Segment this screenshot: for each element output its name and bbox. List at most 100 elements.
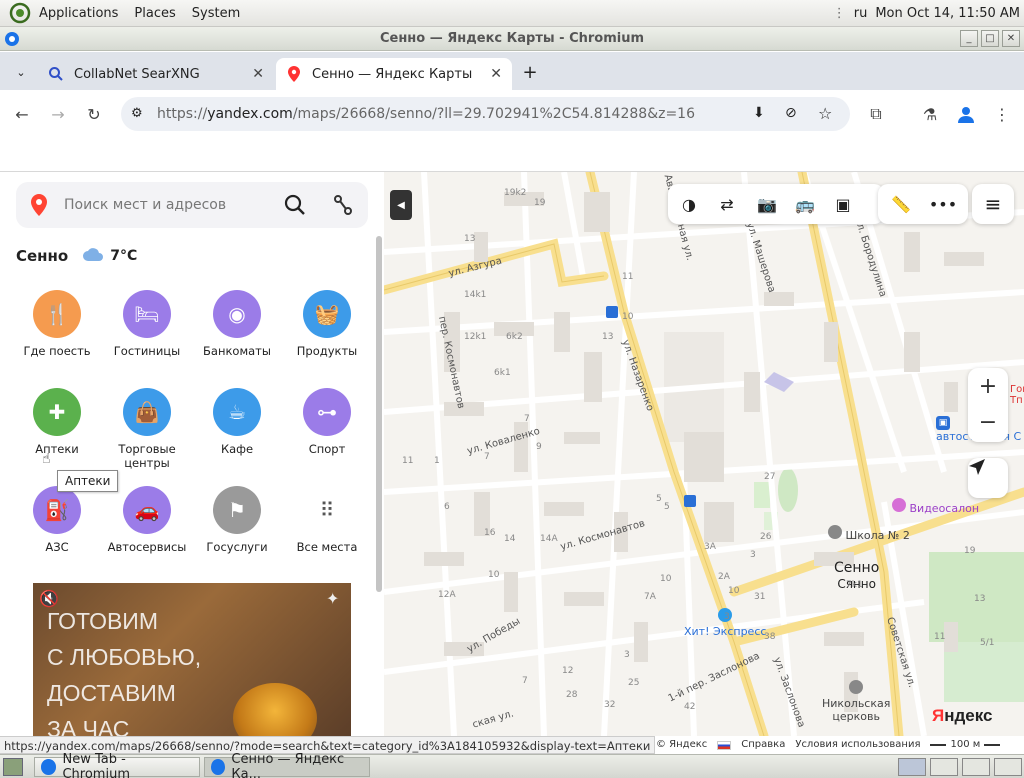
category-item[interactable]: 🚗 Автосервисы	[102, 486, 192, 554]
show-desktop-icon[interactable]	[3, 758, 23, 776]
camera-icon[interactable]: 📷	[754, 192, 780, 216]
edge-poi-label: Гом Тп	[1010, 384, 1024, 406]
muted-speaker-icon[interactable]: 🔇	[39, 589, 59, 608]
house-number: 10	[660, 574, 672, 584]
workspace-switcher-2[interactable]	[930, 758, 958, 776]
house-number: 19k2	[504, 188, 527, 198]
help-link[interactable]: Справка	[741, 736, 785, 754]
search-icon[interactable]	[284, 194, 306, 220]
taskbar-label: Сенно — Яндекс Ка...	[231, 752, 345, 778]
category-item[interactable]: ⠿ Все места	[282, 486, 372, 554]
map-scale: 100 м	[930, 736, 1001, 754]
tab-searxng[interactable]: CollabNet SearXNG ✕	[38, 58, 274, 90]
poi-label: Никольская	[822, 697, 891, 710]
workspace-switcher-4[interactable]	[994, 758, 1022, 776]
house-number: 27	[764, 472, 776, 482]
labs-flask-icon[interactable]: ⚗	[918, 102, 942, 126]
url-text[interactable]: https://yandex.com/maps/26668/senno/?ll=…	[157, 97, 695, 131]
category-item[interactable]: ◉ Банкоматы	[192, 290, 282, 358]
sidebar-scrollbar[interactable]	[376, 236, 382, 592]
zoom-in-button[interactable]: +	[968, 368, 1008, 404]
search-input[interactable]: Поиск мест и адресов	[16, 182, 368, 228]
address-bar[interactable]: ⚙ https://yandex.com/maps/26668/senno/?l…	[121, 97, 850, 131]
route-icon[interactable]	[332, 194, 354, 220]
panorama-icon[interactable]: ⇄	[714, 192, 740, 216]
close-window-button[interactable]: ✕	[1002, 30, 1020, 47]
poi-label: Хит! Экспресс	[684, 625, 767, 638]
category-label: Кафе	[220, 442, 254, 456]
gnome-foot-icon[interactable]	[9, 2, 31, 24]
house-number: 12A	[438, 590, 456, 600]
profile-avatar-icon[interactable]	[954, 102, 978, 126]
ruler-icon[interactable]: 📏	[888, 192, 914, 216]
map-menu-hamburger-icon[interactable]: ≡	[972, 184, 1014, 224]
maximize-button[interactable]: □	[981, 30, 999, 47]
workspace-switcher[interactable]	[898, 758, 926, 776]
clock[interactable]: Mon Oct 14, 11:50 AM	[875, 6, 1020, 21]
house-number: 19	[534, 198, 546, 208]
tracking-protection-icon[interactable]: ⊘	[785, 105, 797, 121]
forward-button[interactable]: →	[46, 102, 70, 126]
house-number: 11	[402, 456, 414, 466]
yandex-logo[interactable]: Яндекс	[932, 706, 992, 726]
reload-button[interactable]: ↻	[82, 102, 106, 126]
category-item[interactable]: ✚ Аптеки	[12, 388, 102, 456]
tab-yandex-maps[interactable]: Сенно — Яндекс Карты ✕	[276, 58, 512, 90]
extensions-puzzle-icon[interactable]: ⧉	[864, 102, 888, 126]
copyright[interactable]: © Яндекс	[656, 736, 707, 754]
map-layers-icon[interactable]: ◑	[676, 192, 702, 216]
install-app-icon[interactable]: ⬇	[753, 105, 765, 121]
site-info-icon[interactable]: ⚙	[131, 106, 147, 122]
bus-stop-icon[interactable]	[606, 306, 618, 318]
search-placeholder: Поиск мест и адресов	[64, 197, 227, 213]
fuel-pump-icon: ⛽	[33, 486, 81, 534]
keyboard-layout-indicator[interactable]: ru	[854, 6, 868, 21]
house-number: 3A	[704, 542, 716, 552]
bus-stop-icon[interactable]	[684, 495, 696, 507]
window-title: Сенно — Яндекс Карты - Chromium	[379, 31, 645, 46]
workspace-switcher-3[interactable]	[962, 758, 990, 776]
tab-search-button[interactable]: ⌄	[12, 63, 30, 81]
bookmark-star-icon[interactable]: ☆	[818, 104, 832, 123]
collapse-sidebar-button[interactable]: ◀	[390, 190, 412, 220]
poi-nikolskaya-church[interactable]: Никольская церковь	[822, 680, 890, 723]
category-item[interactable]: 🍴 Где поесть	[12, 290, 102, 358]
poi-videosalon[interactable]: Видеосалон	[892, 498, 979, 515]
poi-school[interactable]: Школа № 2	[828, 525, 910, 542]
church-icon	[849, 680, 864, 694]
city-name[interactable]: Сенно	[16, 247, 68, 265]
window-titlebar[interactable]: Сенно — Яндекс Карты - Chromium _ □ ✕	[0, 27, 1024, 51]
taskbar-item-new-tab[interactable]: New Tab - Chromium	[34, 752, 200, 778]
edge-label: Тп	[1010, 395, 1023, 406]
minimize-button[interactable]: _	[960, 30, 978, 47]
close-tab-icon[interactable]: ✕	[252, 66, 264, 82]
category-item[interactable]: ⊶ Спорт	[282, 388, 372, 456]
house-number: 7	[522, 676, 528, 686]
traffic-layer-icon[interactable]: ▣	[830, 192, 856, 216]
promo-video[interactable]: ГОТОВИМ С ЛЮБОВЬЮ, ДОСТАВИМ ЗА ЧАС 🔇 ✦	[33, 583, 351, 736]
category-item[interactable]: 👜 Торговые центры	[102, 388, 192, 470]
weather-temperature[interactable]: 7°C	[110, 248, 137, 264]
menu-kebab-icon[interactable]: ⋮	[990, 102, 1014, 126]
map-canvas[interactable]: ул. Азгура ул. Машерова ул. Назаренко ул…	[384, 172, 1024, 736]
category-item[interactable]: 🧺 Продукты	[282, 290, 372, 358]
places-menu[interactable]: Places	[126, 0, 183, 27]
more-dots-icon[interactable]: •••	[929, 192, 957, 216]
my-location-button[interactable]	[968, 458, 1008, 498]
category-item[interactable]: ⛽ АЗС	[12, 486, 102, 554]
taskbar-item-yandex-maps[interactable]: Сенно — Яндекс Ка...	[204, 752, 370, 778]
zoom-out-button[interactable]: −	[968, 404, 1008, 440]
close-tab-icon[interactable]: ✕	[490, 66, 502, 82]
russian-flag-icon[interactable]	[717, 740, 732, 750]
terms-link[interactable]: Условия использования	[795, 736, 920, 754]
bus-icon[interactable]: 🚌	[792, 192, 818, 216]
poi-label: Школа № 2	[845, 529, 910, 542]
category-item[interactable]: 🛏 Гостиницы	[102, 290, 192, 358]
applications-menu[interactable]: Applications	[31, 0, 126, 27]
new-tab-button[interactable]: +	[520, 62, 540, 83]
back-button[interactable]: ←	[10, 102, 34, 126]
house-number: 7	[524, 414, 530, 424]
category-item[interactable]: ⚑ Госуслуги	[192, 486, 282, 554]
system-menu[interactable]: System	[184, 0, 248, 27]
category-item[interactable]: ☕ Кафе	[192, 388, 282, 456]
